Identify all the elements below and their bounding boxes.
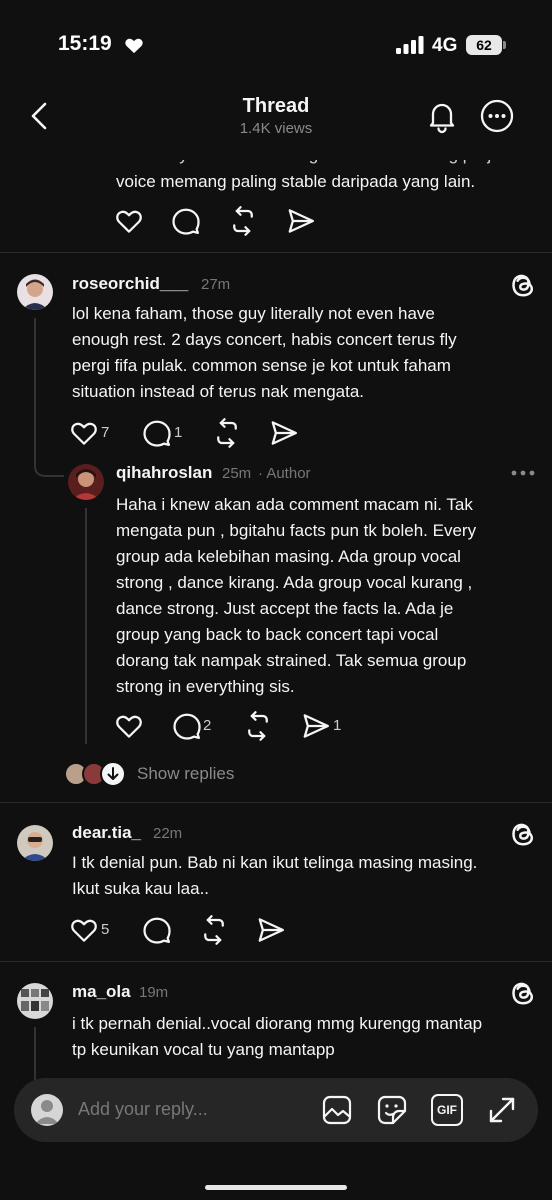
like-button[interactable] bbox=[69, 418, 99, 448]
username[interactable]: ma_ola bbox=[72, 982, 131, 1002]
avatar[interactable] bbox=[68, 464, 104, 500]
more-options-icon[interactable] bbox=[510, 469, 536, 477]
more-options-icon[interactable] bbox=[479, 98, 515, 134]
repost-button[interactable] bbox=[243, 711, 273, 741]
show-replies-link[interactable]: Show replies bbox=[137, 764, 234, 784]
like-button[interactable] bbox=[69, 915, 99, 945]
heart-status-icon bbox=[125, 38, 143, 54]
user-avatar bbox=[31, 1094, 63, 1126]
battery-tip bbox=[503, 41, 506, 49]
divider bbox=[0, 802, 552, 803]
thread-connector bbox=[34, 456, 64, 477]
reply-button[interactable] bbox=[171, 206, 201, 236]
like-count: 7 bbox=[101, 424, 110, 441]
expand-replies-icon[interactable] bbox=[100, 761, 126, 787]
share-button[interactable] bbox=[256, 915, 286, 945]
thread-content: inifact my bias is Jin & Suga tau dulu. … bbox=[0, 160, 552, 1200]
reply-count: 1 bbox=[174, 424, 183, 441]
share-button[interactable] bbox=[286, 206, 316, 236]
like-button[interactable] bbox=[114, 206, 144, 236]
post-text-line: i tk pernah denial..vocal diorang mmg ku… bbox=[72, 1014, 483, 1033]
home-indicator bbox=[205, 1185, 347, 1190]
page-title: Thread bbox=[242, 95, 310, 117]
post-text-line: Ikut suka kau laa.. bbox=[72, 879, 210, 898]
like-button[interactable] bbox=[114, 711, 144, 741]
threads-logo-icon bbox=[508, 270, 538, 300]
repost-button[interactable] bbox=[199, 915, 229, 945]
divider bbox=[0, 961, 552, 962]
reply-count: 2 bbox=[203, 717, 212, 734]
like-count: 5 bbox=[101, 921, 110, 938]
username[interactable]: dear.tia_ bbox=[72, 823, 141, 843]
post-time: 22m bbox=[153, 825, 183, 842]
post-text-line: inifact my bias is Jin & Suga tau dulu. … bbox=[116, 160, 518, 168]
post-text-line: dance strong. Just accept the facts la. … bbox=[116, 599, 454, 618]
post-text-line: group yang back to back concert tapi voc… bbox=[116, 625, 439, 644]
post-text-line: strong , dance kirang. Ada group vocal k… bbox=[116, 573, 473, 592]
share-button[interactable] bbox=[301, 711, 331, 741]
bell-icon[interactable] bbox=[424, 98, 460, 134]
username[interactable]: roseorchid___ bbox=[72, 274, 188, 294]
image-attach-icon[interactable] bbox=[321, 1094, 353, 1126]
battery-indicator: 62 bbox=[466, 35, 502, 55]
repost-button[interactable] bbox=[212, 418, 242, 448]
post-text-line: mengata pun , bgitahu facts pun tk boleh… bbox=[116, 521, 477, 540]
post-text-line: group ada kelebihan masing. Ada group vo… bbox=[116, 547, 461, 566]
share-button[interactable] bbox=[269, 418, 299, 448]
reply-composer[interactable]: Add your reply... GIF bbox=[14, 1078, 538, 1142]
avatar[interactable] bbox=[17, 825, 53, 861]
status-time: 15:19 bbox=[58, 32, 112, 55]
thread-line bbox=[34, 1027, 36, 1087]
post-text-line: enough rest. 2 days concert, habis conce… bbox=[72, 330, 457, 349]
author-badge: · Author bbox=[258, 465, 311, 482]
post-text-line: lol kena faham, those guy literally not … bbox=[72, 304, 435, 323]
avatar[interactable] bbox=[17, 983, 53, 1019]
reply-button[interactable] bbox=[142, 418, 172, 448]
signal-icon bbox=[396, 36, 424, 54]
reply-button[interactable] bbox=[142, 915, 172, 945]
expand-icon[interactable] bbox=[486, 1094, 518, 1126]
sticker-icon[interactable] bbox=[376, 1094, 408, 1126]
post-time: 27m bbox=[201, 276, 231, 293]
repost-button[interactable] bbox=[228, 206, 258, 236]
thread-line bbox=[85, 508, 87, 744]
post-time: 19m bbox=[139, 984, 169, 1001]
threads-logo-icon bbox=[508, 978, 538, 1008]
thread-header: Thread 1.4K views bbox=[0, 80, 552, 160]
post-text-line: strong in everything sis. bbox=[116, 677, 295, 696]
view-count: 1.4K views bbox=[239, 120, 313, 137]
post-time: 25m bbox=[222, 465, 252, 482]
post-text-line: voice memang paling stable daripada yang… bbox=[116, 172, 476, 191]
post-text-line: pergi fifa pulak. common sense je kot un… bbox=[72, 356, 451, 375]
post-text-line: dorang tak nampak strained. Tak semua gr… bbox=[116, 651, 467, 670]
threads-logo-icon bbox=[508, 819, 538, 849]
post-text-line: tp keunikan vocal tu yang mantapp bbox=[72, 1040, 335, 1059]
reply-input[interactable]: Add your reply... bbox=[78, 1099, 208, 1120]
post-text-line: I tk denial pun. Bab ni kan ikut telinga… bbox=[72, 853, 478, 872]
username[interactable]: qihahroslan bbox=[116, 463, 212, 483]
post-text-line: situation instead of terus nak mengata. bbox=[72, 382, 365, 401]
post-text-line: Haha i knew akan ada comment macam ni. T… bbox=[116, 495, 473, 514]
reply-button[interactable] bbox=[172, 711, 202, 741]
share-count: 1 bbox=[333, 717, 342, 734]
avatar[interactable] bbox=[17, 274, 53, 310]
network-type: 4G bbox=[432, 35, 458, 56]
gif-button[interactable]: GIF bbox=[431, 1094, 463, 1126]
thread-line bbox=[34, 318, 36, 464]
divider bbox=[0, 252, 552, 253]
status-bar: 15:19 4G 62 bbox=[0, 0, 552, 80]
